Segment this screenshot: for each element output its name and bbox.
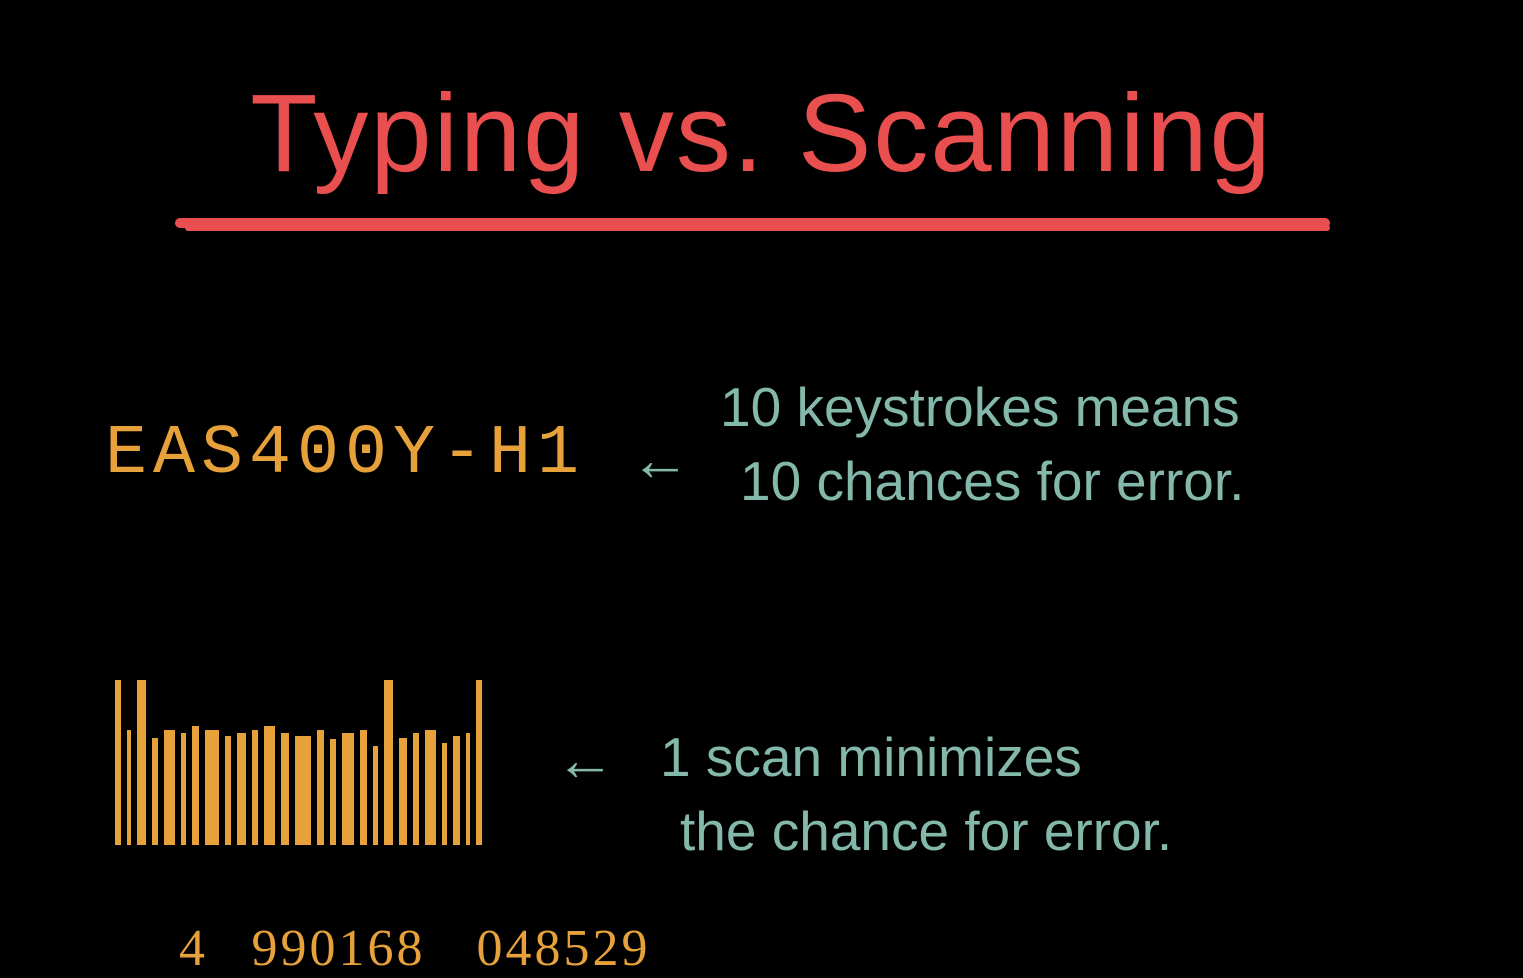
- barcode-bar: [205, 730, 219, 846]
- barcode-bar: [317, 730, 324, 846]
- arrow-left-icon: ←: [630, 425, 690, 494]
- barcode-icon: [115, 680, 482, 845]
- barcode-number-part2: 990168: [226, 919, 451, 978]
- barcode-bar: [476, 680, 482, 845]
- typing-annotation-line2: 10 chances for error.: [720, 444, 1244, 518]
- barcode-bar: [384, 680, 393, 845]
- scanning-annotation-line2: the chance for error.: [660, 794, 1172, 868]
- arrow-left-icon: ←: [555, 725, 615, 794]
- typing-annotation: 10 keystrokes means 10 chances for error…: [720, 370, 1244, 519]
- barcode-bar: [442, 743, 447, 845]
- barcode-bar: [342, 733, 354, 845]
- barcode-number-part3: 048529: [451, 919, 676, 978]
- barcode-bar: [453, 736, 460, 845]
- barcode-bar: [115, 680, 121, 845]
- barcode-bar: [152, 738, 158, 845]
- barcode-bar: [425, 730, 436, 846]
- barcode-block: 4990168048529: [115, 680, 482, 845]
- barcode-bar: [237, 733, 246, 845]
- barcode-bar: [360, 730, 367, 846]
- barcode-bar: [192, 726, 199, 845]
- barcode-number: 4990168048529: [65, 860, 676, 978]
- barcode-bar: [252, 730, 258, 846]
- barcode-bar: [330, 739, 336, 845]
- typing-annotation-line1: 10 keystrokes means: [720, 370, 1244, 444]
- typed-product-code: EAS400Y-H1: [105, 415, 585, 494]
- scanning-annotation-line1: 1 scan minimizes: [660, 720, 1172, 794]
- barcode-bar: [373, 746, 378, 845]
- barcode-bar: [225, 736, 231, 845]
- barcode-bar: [127, 730, 131, 846]
- title-underline-2: [185, 225, 1330, 231]
- barcode-bar: [295, 736, 311, 845]
- barcode-bar: [137, 680, 146, 845]
- diagram-title: Typing vs. Scanning: [0, 70, 1523, 197]
- barcode-bar: [181, 733, 186, 845]
- barcode-bar: [466, 733, 470, 845]
- barcode-bar: [399, 738, 407, 845]
- barcode-bar: [264, 726, 275, 845]
- scanning-annotation: 1 scan minimizes the chance for error.: [660, 720, 1172, 869]
- barcode-bar: [164, 730, 175, 846]
- barcode-bar: [281, 733, 289, 845]
- barcode-bar: [413, 733, 419, 845]
- diagram-canvas: Typing vs. Scanning EAS400Y-H1 ← 10 keys…: [0, 0, 1523, 978]
- barcode-number-part1: 4: [161, 919, 226, 978]
